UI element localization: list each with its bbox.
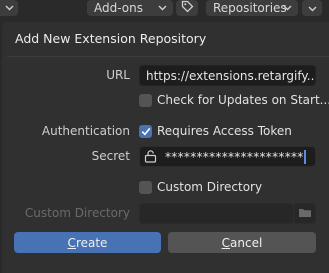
url-label: URL xyxy=(106,68,130,82)
checkmark-icon xyxy=(139,124,152,138)
tag-icon xyxy=(181,0,194,16)
check-updates-label: Check for Updates on Start... xyxy=(157,93,329,107)
custom-directory-label: Custom Directory xyxy=(24,206,130,220)
authentication-label: Authentication xyxy=(41,124,130,138)
text-cursor xyxy=(304,150,306,164)
check-updates-checkbox[interactable]: Check for Updates on Start... xyxy=(139,93,329,107)
addons-dropdown[interactable]: Add-ons xyxy=(87,0,173,16)
title-divider xyxy=(7,56,329,57)
requires-token-label: Requires Access Token xyxy=(157,124,292,138)
options-dropdown[interactable] xyxy=(302,0,322,16)
secret-field[interactable]: ********************** xyxy=(139,146,316,167)
lock-icon xyxy=(144,150,158,163)
custom-directory-field[interactable] xyxy=(139,203,294,224)
create-button[interactable]: Create xyxy=(14,232,161,253)
cancel-button[interactable]: Cancel xyxy=(168,232,316,253)
checkbox-unchecked-icon xyxy=(139,93,152,107)
tag-button[interactable] xyxy=(176,0,198,16)
browse-folder-button[interactable] xyxy=(294,203,316,224)
requires-token-checkbox[interactable]: Requires Access Token xyxy=(139,124,292,138)
chevron-down-icon xyxy=(155,0,169,16)
url-value: https://extensions.retargify.... xyxy=(146,68,316,83)
collapsed-dropdown[interactable] xyxy=(0,0,18,16)
url-field[interactable]: https://extensions.retargify.... xyxy=(139,65,316,86)
chevron-down-icon xyxy=(2,0,16,16)
dialog-title: Add New Extension Repository xyxy=(15,31,207,46)
cancel-button-label: Cancel xyxy=(221,235,263,250)
create-button-label: Create xyxy=(67,235,108,250)
custom-directory-checkbox[interactable]: Custom Directory xyxy=(139,180,262,194)
repositories-dropdown-label: Repositories xyxy=(213,1,287,15)
add-repository-dialog: Add New Extension Repository URL https:/… xyxy=(2,22,329,273)
custom-directory-checkbox-label: Custom Directory xyxy=(157,180,263,194)
secret-label: Secret xyxy=(91,149,130,163)
secret-value: ********************** xyxy=(165,149,304,164)
chevron-down-icon xyxy=(308,1,317,15)
addons-dropdown-label: Add-ons xyxy=(94,1,143,15)
folder-icon xyxy=(298,207,312,221)
repositories-dropdown[interactable]: Repositories xyxy=(206,0,298,16)
chevron-down-icon xyxy=(280,0,294,16)
top-toolbar: Add-ons Repositories xyxy=(0,0,329,20)
checkbox-unchecked-icon xyxy=(139,180,152,194)
